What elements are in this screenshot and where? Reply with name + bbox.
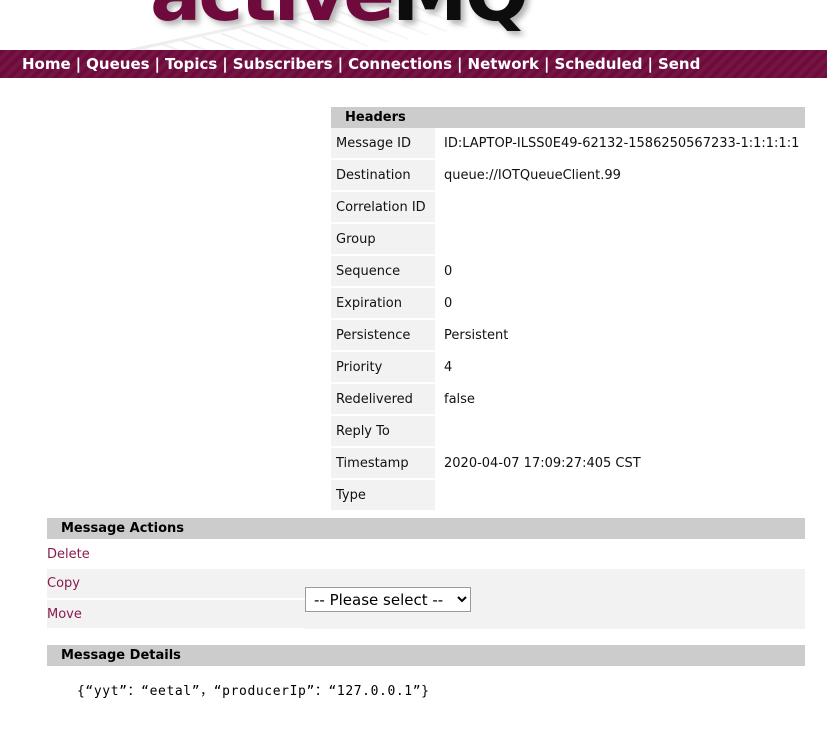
nav-item-home[interactable]: Home (22, 55, 71, 73)
header-label-priority: Priority (331, 351, 435, 384)
table-row: Destination queue://IOTQueueClient.99 (331, 159, 805, 192)
main-navigation: Home | Queues | Topics | Subscribers | C… (0, 50, 827, 78)
logo-text-mq: MQ (392, 0, 529, 38)
move-link[interactable]: Move (47, 607, 82, 622)
nav-item-queues[interactable]: Queues (86, 55, 149, 73)
table-row: Message ID ID:LAPTOP-ILSS0E49-62132-1586… (331, 128, 805, 160)
nav-separator: | (543, 55, 550, 73)
header-label-timestamp: Timestamp (331, 447, 435, 480)
activemq-logo: activeMQ (150, 0, 529, 32)
table-row: Redelivered false (331, 383, 805, 416)
header-value-destination: queue://IOTQueueClient.99 (435, 159, 805, 191)
header-label-correlation-id: Correlation ID (331, 191, 435, 224)
header-label-type: Type (331, 479, 435, 512)
nav-links-container: Home | Queues | Topics | Subscribers | C… (22, 50, 700, 78)
table-row: Delete (47, 539, 805, 569)
queue-select-cell[interactable]: -- Please select -- (305, 569, 805, 629)
header-label-persistence: Persistence (331, 319, 435, 352)
message-body-text: {“yyt”：“eetal”，“producerIp”：“127.0.0.1”} (47, 666, 805, 699)
table-row: Priority 4 (331, 351, 805, 384)
copy-action-cell[interactable]: Copy (47, 569, 305, 600)
logo-text-active: active (150, 0, 395, 38)
nav-item-send[interactable]: Send (658, 55, 700, 73)
nav-item-topics[interactable]: Topics (165, 55, 217, 73)
table-row: Group (331, 223, 805, 256)
headers-panel: Headers Message ID ID:LAPTOP-ILSS0E49-62… (331, 107, 805, 512)
header-value-timestamp: 2020-04-07 17:09:27:405 CST (435, 447, 805, 479)
nav-separator: | (647, 55, 653, 73)
table-row: Expiration 0 (331, 287, 805, 320)
queue-select[interactable]: -- Please select -- (305, 586, 471, 612)
header-label-sequence: Sequence (331, 255, 435, 288)
nav-item-scheduled[interactable]: Scheduled (554, 55, 642, 73)
delete-action-cell[interactable]: Delete (47, 539, 305, 569)
header-label-group: Group (331, 223, 435, 256)
table-row: Correlation ID (331, 191, 805, 224)
delete-action-spacer (305, 539, 805, 569)
nav-item-network[interactable]: Network (468, 55, 539, 73)
table-row: Timestamp 2020-04-07 17:09:27:405 CST (331, 447, 805, 480)
header-value-persistence: Persistent (435, 319, 805, 351)
move-action-cell[interactable]: Move (47, 599, 305, 630)
header-value-correlation-id (435, 191, 805, 223)
message-details-panel: Message Details {“yyt”：“eetal”，“producer… (47, 645, 805, 699)
header-label-reply-to: Reply To (331, 415, 435, 448)
header-value-sequence: 0 (435, 255, 805, 287)
table-row: Copy -- Please select -- (47, 569, 805, 629)
nav-item-subscribers[interactable]: Subscribers (233, 55, 333, 73)
headers-table: Message ID ID:LAPTOP-ILSS0E49-62132-1586… (331, 128, 805, 512)
header-value-type (435, 479, 805, 511)
delete-link[interactable]: Delete (47, 547, 90, 562)
header-label-expiration: Expiration (331, 287, 435, 320)
header-value-message-id: ID:LAPTOP-ILSS0E49-62132-1586250567233-1… (435, 128, 805, 159)
nav-separator: | (154, 55, 161, 73)
header-value-group (435, 223, 805, 255)
table-row: Sequence 0 (331, 255, 805, 288)
table-row: Type (331, 479, 805, 512)
nav-item-connections[interactable]: Connections (348, 55, 452, 73)
header-label-destination: Destination (331, 159, 435, 192)
nav-separator: | (337, 55, 344, 73)
header-label-message-id: Message ID (331, 128, 435, 160)
nav-separator: | (457, 55, 463, 73)
nav-separator: | (75, 55, 82, 73)
site-banner: activeMQ activeMQ (0, 0, 827, 50)
header-value-priority: 4 (435, 351, 805, 383)
header-value-reply-to (435, 415, 805, 447)
header-value-redelivered: false (435, 383, 805, 415)
table-row: Reply To (331, 415, 805, 448)
headers-panel-title: Headers (331, 107, 805, 128)
message-actions-table: Delete Copy -- Please select -- Move (47, 539, 805, 630)
header-label-redelivered: Redelivered (331, 383, 435, 416)
header-value-expiration: 0 (435, 287, 805, 319)
message-actions-panel: Message Actions Delete Copy -- Please se… (47, 518, 805, 630)
copy-link[interactable]: Copy (47, 576, 80, 591)
message-details-panel-title: Message Details (47, 645, 805, 666)
nav-separator: | (222, 55, 228, 73)
message-actions-panel-title: Message Actions (47, 518, 805, 539)
table-row: Persistence Persistent (331, 319, 805, 352)
